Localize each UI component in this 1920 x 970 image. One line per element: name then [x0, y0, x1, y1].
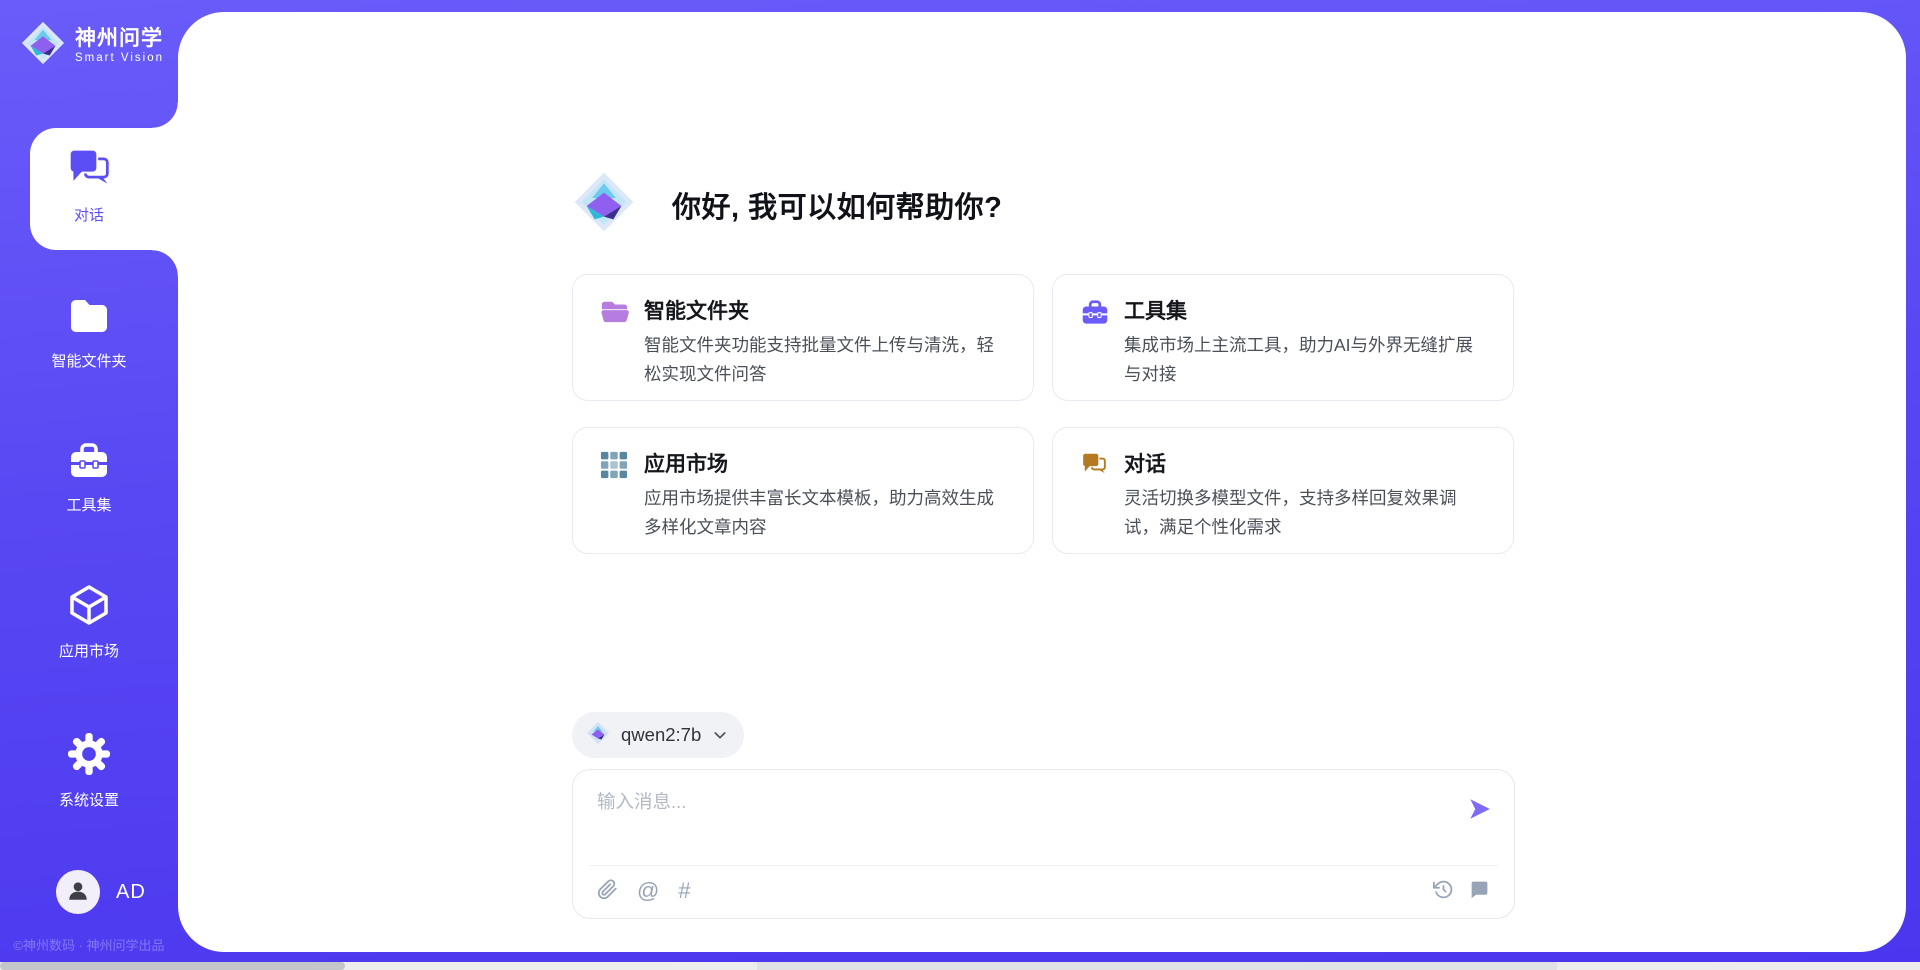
card-description: 应用市场提供丰富长文本模板，助力高效生成多样化文章内容 — [644, 484, 1006, 542]
card-toolset[interactable]: 工具集 集成市场上主流工具，助力AI与外界无缝扩展与对接 — [1052, 274, 1514, 401]
card-description: 智能文件夹功能支持批量文件上传与清洗，轻松实现文件问答 — [644, 331, 1006, 389]
brand-diamond-icon — [20, 20, 66, 71]
composer-toolbar: @ # — [597, 870, 1490, 912]
user-label: AD — [116, 881, 146, 904]
chevron-down-icon — [712, 727, 728, 743]
send-icon — [1466, 810, 1492, 825]
card-title: 应用市场 — [644, 448, 728, 478]
card-chat[interactable]: 对话 灵活切换多模型文件，支持多样回复效果调试，满足个性化需求 — [1052, 427, 1514, 554]
sidebar-item-label: 对话 — [0, 204, 178, 225]
folder-icon — [67, 323, 111, 340]
gear-icon — [68, 762, 110, 779]
card-smart-folder[interactable]: 智能文件夹 智能文件夹功能支持批量文件上传与清洗，轻松实现文件问答 — [572, 274, 1034, 401]
horizontal-scrollbar — [0, 962, 1920, 970]
user-account[interactable]: AD — [56, 870, 146, 914]
brand-logo: 神州问学 Smart Vision — [20, 20, 164, 71]
grid-icon — [600, 451, 630, 479]
sidebar-item-smart-folder[interactable]: 智能文件夹 — [0, 296, 178, 371]
paperclip-icon — [597, 879, 618, 903]
mention-button[interactable]: @ — [637, 880, 659, 902]
at-icon: @ — [637, 880, 659, 902]
sidebar: 神州问学 Smart Vision 对话 智能文件夹 — [0, 0, 178, 970]
model-selector[interactable]: qwen2:7b — [572, 712, 744, 758]
card-title: 工具集 — [1124, 295, 1187, 325]
sidebar-item-label: 应用市场 — [0, 640, 178, 661]
toolbox-icon — [67, 467, 111, 484]
sidebar-item-label: 工具集 — [0, 494, 178, 515]
topic-button[interactable]: # — [678, 880, 690, 902]
hash-icon: # — [678, 880, 690, 902]
copyright-text: ©神州数码 · 神州问学出品 — [0, 935, 178, 954]
toolbox-icon — [1080, 298, 1110, 326]
brand-subtitle: Smart Vision — [75, 52, 164, 65]
message-composer: @ # — [572, 769, 1515, 919]
assistant-diamond-icon — [572, 170, 636, 239]
model-diamond-icon — [586, 721, 610, 750]
sidebar-item-label: 系统设置 — [0, 789, 178, 810]
cube-icon — [67, 613, 111, 630]
folder-open-icon — [600, 298, 630, 326]
avatar — [56, 870, 100, 914]
sidebar-item-chat[interactable]: 对话 — [0, 146, 178, 225]
brand-name: 神州问学 — [75, 27, 164, 50]
composer-divider — [589, 865, 1498, 866]
greeting-text: 你好, 我可以如何帮助你? — [672, 184, 1002, 226]
conversations-button[interactable] — [1469, 879, 1490, 903]
scrollbar-thumb[interactable] — [0, 962, 345, 970]
sidebar-item-app-market[interactable]: 应用市场 — [0, 584, 178, 661]
feature-cards: 智能文件夹 智能文件夹功能支持批量文件上传与清洗，轻松实现文件问答 工具集 集成… — [572, 274, 1514, 554]
attach-button[interactable] — [597, 879, 618, 903]
card-description: 灵活切换多模型文件，支持多样回复效果调试，满足个性化需求 — [1124, 484, 1486, 542]
history-button[interactable] — [1433, 879, 1454, 903]
card-app-market[interactable]: 应用市场 应用市场提供丰富长文本模板，助力高效生成多样化文章内容 — [572, 427, 1034, 554]
history-icon — [1433, 879, 1454, 903]
send-button[interactable] — [1466, 796, 1492, 822]
main-panel: 你好, 我可以如何帮助你? 智能文件夹 智能文件夹功能支持批量文件上传与清洗，轻… — [178, 12, 1906, 952]
model-name: qwen2:7b — [621, 724, 701, 746]
message-square-icon — [1469, 879, 1490, 903]
card-description: 集成市场上主流工具，助力AI与外界无缝扩展与对接 — [1124, 331, 1486, 389]
sidebar-item-toolset[interactable]: 工具集 — [0, 440, 178, 515]
chat-icon — [67, 177, 111, 194]
message-input[interactable] — [597, 788, 1437, 850]
chat-icon — [1080, 451, 1110, 479]
scrollbar-segment — [757, 962, 1557, 970]
sidebar-item-label: 智能文件夹 — [0, 350, 178, 371]
card-title: 对话 — [1124, 448, 1166, 478]
card-title: 智能文件夹 — [644, 295, 749, 325]
person-icon — [65, 877, 91, 908]
sidebar-item-settings[interactable]: 系统设置 — [0, 733, 178, 810]
greeting-row: 你好, 我可以如何帮助你? — [572, 170, 1002, 239]
